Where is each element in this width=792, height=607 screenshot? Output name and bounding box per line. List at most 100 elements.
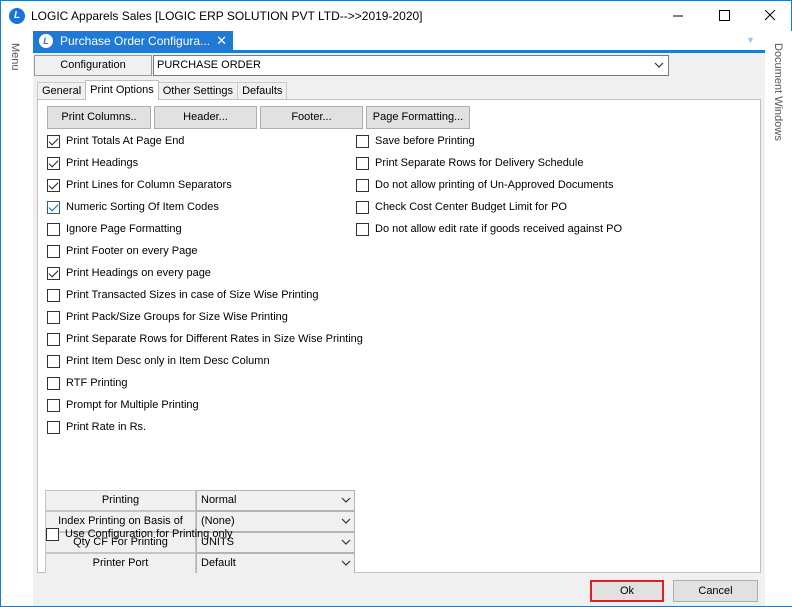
checkbox[interactable] — [47, 310, 60, 324]
option-label: Print Item Desc only in Item Desc Column — [66, 355, 270, 367]
chevron-down-icon — [654, 56, 664, 82]
window-title: LOGIC Apparels Sales [LOGIC ERP SOLUTION… — [31, 9, 423, 23]
option-row[interactable]: Print Pack/Size Groups for Size Wise Pri… — [47, 309, 288, 325]
checkbox[interactable] — [356, 178, 369, 192]
printing-value: Normal — [201, 494, 237, 506]
option-label: Print Rate in Rs. — [66, 421, 147, 433]
checkbox-checked[interactable] — [47, 134, 60, 148]
checkbox[interactable] — [47, 332, 60, 346]
checkbox[interactable] — [47, 398, 60, 412]
option-row[interactable]: Save before Printing — [356, 133, 475, 149]
tab-other-settings[interactable]: Other Settings — [157, 82, 239, 100]
minimize-button[interactable] — [655, 1, 701, 31]
configuration-select[interactable]: PURCHASE ORDER — [153, 55, 669, 76]
option-row[interactable]: Print Rate in Rs. — [47, 419, 146, 435]
option-row[interactable]: Do not allow edit rate if goods received… — [356, 221, 622, 237]
option-row[interactable]: Prompt for Multiple Printing — [47, 397, 199, 413]
checkbox-checked[interactable] — [47, 266, 60, 280]
print-options-panel: Print Columns.. Header... Footer... Page… — [37, 99, 761, 574]
main-window: L LOGIC Apparels Sales [LOGIC ERP SOLUTI… — [0, 0, 792, 607]
printing-select[interactable]: Normal — [196, 490, 355, 511]
option-label: Print Totals At Page End — [66, 135, 185, 147]
footer-button[interactable]: Footer... — [260, 106, 363, 129]
printer-port-label: Printer Port — [45, 553, 196, 574]
option-label: Do not allow printing of Un-Approved Doc… — [375, 179, 614, 191]
tab-print-options[interactable]: Print Options — [85, 80, 159, 100]
checkbox[interactable] — [47, 288, 60, 302]
tab-general[interactable]: General — [37, 82, 87, 100]
checkbox[interactable] — [46, 527, 59, 541]
checkbox[interactable] — [47, 354, 60, 368]
option-row[interactable]: Print Separate Rows for Delivery Schedul… — [356, 155, 583, 171]
options-tabs: General Print Options Other Settings Def… — [37, 80, 288, 100]
option-label: Print Lines for Column Separators — [66, 179, 232, 191]
option-row[interactable]: Check Cost Center Budget Limit for PO — [356, 199, 567, 215]
checkbox-checked[interactable] — [47, 178, 60, 192]
checkbox[interactable] — [356, 222, 369, 236]
option-row[interactable]: Print Separate Rows for Different Rates … — [47, 331, 363, 347]
option-row[interactable]: Do not allow printing of Un-Approved Doc… — [356, 177, 613, 193]
option-row[interactable]: Numeric Sorting Of Item Codes — [47, 199, 219, 215]
option-label: Do not allow edit rate if goods received… — [375, 223, 623, 235]
option-row[interactable]: Print Transacted Sizes in case of Size W… — [47, 287, 319, 303]
close-button[interactable] — [747, 1, 792, 31]
option-row[interactable]: RTF Printing — [47, 375, 128, 391]
app-logo-icon: L — [9, 8, 25, 24]
checkbox-label: Use Configuration for Printing only — [65, 528, 233, 540]
document-tab[interactable]: L Purchase Order Configura... ✕ — [33, 31, 233, 51]
document-logo-icon: L — [39, 34, 53, 48]
option-label: Ignore Page Formatting — [66, 223, 182, 235]
checkbox[interactable] — [47, 244, 60, 258]
checkbox[interactable] — [356, 134, 369, 148]
tab-close-icon[interactable]: ✕ — [216, 33, 227, 49]
ok-button[interactable]: Ok — [590, 580, 664, 602]
header-button[interactable]: Header... — [154, 106, 257, 129]
option-label: Prompt for Multiple Printing — [66, 399, 199, 411]
checkbox[interactable] — [47, 420, 60, 434]
option-label: Check Cost Center Budget Limit for PO — [375, 201, 567, 213]
option-row[interactable]: Print Footer on every Page — [47, 243, 197, 259]
option-label: Print Headings — [66, 157, 139, 169]
document-area: Configuration PURCHASE ORDER General Pri… — [33, 53, 765, 606]
option-row[interactable]: Ignore Page Formatting — [47, 221, 182, 237]
checkbox[interactable] — [47, 376, 60, 390]
option-row[interactable]: Print Headings — [47, 155, 138, 171]
maximize-button[interactable] — [701, 1, 747, 31]
checkbox[interactable] — [356, 156, 369, 170]
document-tab-label: Purchase Order Configura... — [60, 34, 211, 48]
option-label: Print Pack/Size Groups for Size Wise Pri… — [66, 311, 288, 323]
cancel-button[interactable]: Cancel — [673, 580, 758, 602]
option-label: Print Footer on every Page — [66, 245, 198, 257]
use-configuration-for-printing-only[interactable]: Use Configuration for Printing only — [46, 526, 233, 542]
minimize-icon — [672, 15, 683, 17]
maximize-icon — [718, 10, 730, 21]
checkbox-checked[interactable] — [47, 200, 60, 214]
close-icon — [764, 9, 775, 21]
document-windows-label: Document Windows — [772, 43, 784, 141]
tab-defaults[interactable]: Defaults — [237, 82, 288, 100]
menu-side-panel[interactable]: Menu — [1, 31, 31, 606]
option-row[interactable]: Print Headings on every page — [47, 265, 211, 281]
title-bar: L LOGIC Apparels Sales [LOGIC ERP SOLUTI… — [1, 1, 791, 31]
document-windows-side-panel[interactable]: Document Windows — [768, 31, 792, 606]
page-formatting-button[interactable]: Page Formatting... — [366, 106, 470, 129]
configuration-value: PURCHASE ORDER — [157, 59, 261, 71]
option-row[interactable]: Print Lines for Column Separators — [47, 177, 232, 193]
option-label: RTF Printing — [66, 377, 128, 389]
configuration-label: Configuration — [34, 55, 152, 76]
option-label: Print Headings on every page — [66, 267, 211, 279]
option-label: Numeric Sorting Of Item Codes — [66, 201, 219, 213]
option-label: Print Separate Rows for Different Rates … — [66, 333, 363, 345]
option-row[interactable]: Print Totals At Page End — [47, 133, 184, 149]
printer-port-select[interactable]: Default — [196, 553, 355, 574]
option-label: Save before Printing — [375, 135, 475, 147]
option-row[interactable]: Print Item Desc only in Item Desc Column — [47, 353, 270, 369]
option-label: Print Transacted Sizes in case of Size W… — [66, 289, 319, 301]
print-columns-button[interactable]: Print Columns.. — [47, 106, 151, 129]
option-label: Print Separate Rows for Delivery Schedul… — [375, 157, 584, 169]
checkbox[interactable] — [356, 200, 369, 214]
checkbox[interactable] — [47, 222, 60, 236]
tab-list-chevron-icon[interactable]: ▼ — [746, 35, 755, 45]
checkbox-checked[interactable] — [47, 156, 60, 170]
printing-label: Printing — [45, 490, 196, 511]
